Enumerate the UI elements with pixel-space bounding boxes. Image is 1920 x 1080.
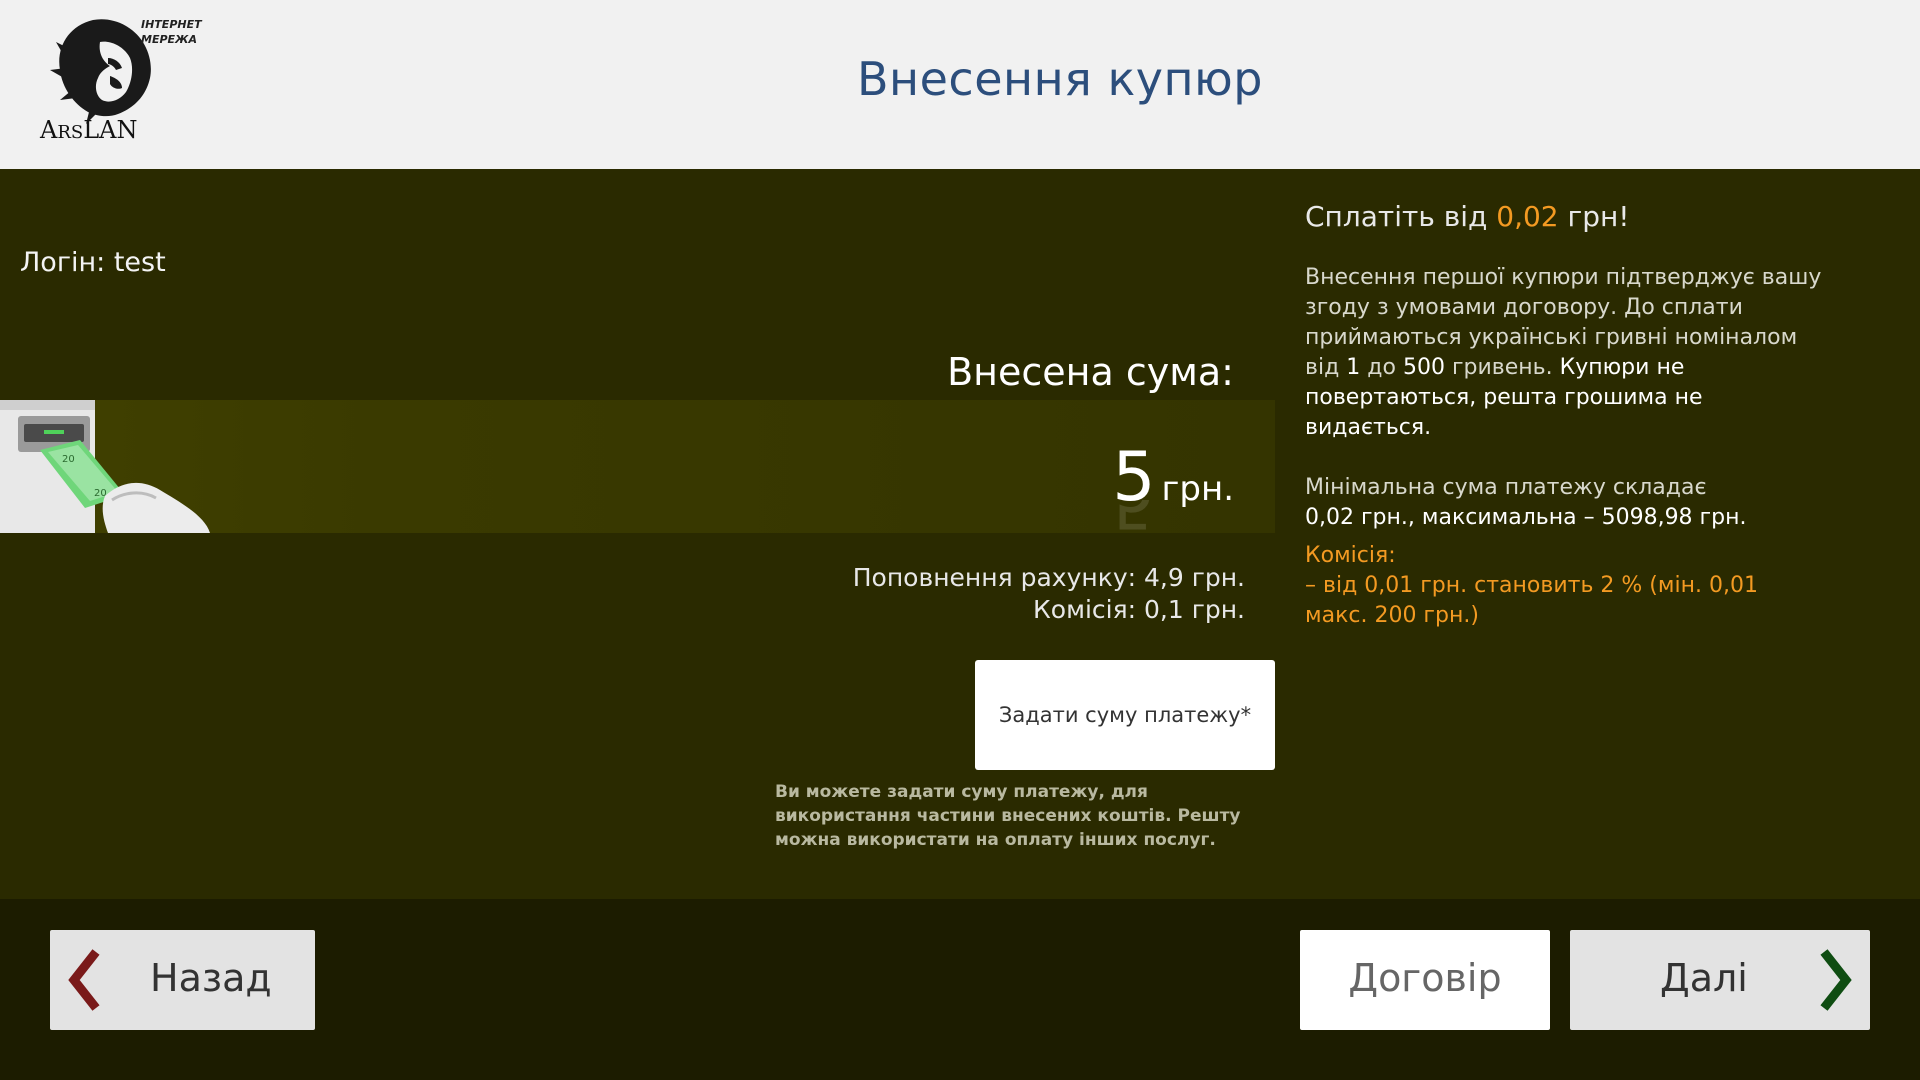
next-button-label: Далі xyxy=(1660,956,1748,1000)
terms-description: Внесення першої купюри підтверджує вашу … xyxy=(1305,265,1822,440)
min-max-info: Мінімальна сума платежу складає 0,02 грн… xyxy=(1305,475,1747,530)
inserted-amount-label: Внесена сума: xyxy=(947,350,1234,394)
bill-acceptor-icon: 20 20 xyxy=(0,400,210,533)
commission-text: – від 0,01 грн. становить 2 % (мін. 0,01… xyxy=(1305,573,1758,628)
contract-button[interactable]: Договір xyxy=(1300,930,1550,1030)
page-title: Внесення купюр xyxy=(857,52,1263,106)
chevron-right-icon xyxy=(1820,949,1852,1011)
contract-button-label: Договір xyxy=(1348,956,1502,1000)
inserted-amount-reflection: 5грн. xyxy=(1112,500,1234,542)
next-button[interactable]: Далі xyxy=(1570,930,1870,1030)
payment-info: Сплатіть від 0,02 грн! Внесення першої к… xyxy=(1305,200,1825,631)
logo-tagline: ІНТЕРНЕТ МЕРЕЖА xyxy=(141,18,202,46)
pay-from: Сплатіть від 0,02 грн! xyxy=(1305,200,1630,233)
back-button[interactable]: Назад xyxy=(50,930,315,1030)
account-topup-amount: Поповнення рахунку: 4,9 грн. xyxy=(852,563,1245,592)
back-button-label: Назад xyxy=(150,956,272,1000)
header: ІНТЕРНЕТ МЕРЕЖА ARSLAN Внесення купюр xyxy=(0,0,1920,169)
logo-name: ARSLAN xyxy=(40,116,138,144)
set-payment-sum-button[interactable]: Задати суму платежу* xyxy=(975,660,1275,770)
commission-title: Комісія: xyxy=(1305,543,1396,568)
commission-amount: Комісія: 0,1 грн. xyxy=(1033,595,1245,624)
chevron-left-icon xyxy=(68,949,100,1011)
login-label: Логін: test xyxy=(20,247,166,278)
set-sum-note: Ви можете задати суму платежу, для викор… xyxy=(775,782,1241,850)
svg-text:20: 20 xyxy=(62,454,75,465)
